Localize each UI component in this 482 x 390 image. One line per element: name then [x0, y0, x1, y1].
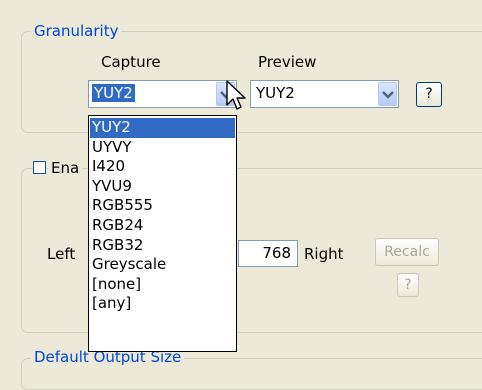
dropdown-option[interactable]: [none]	[89, 275, 236, 295]
preview-combobox-value: YUY2	[256, 84, 295, 102]
enable-checkbox[interactable]	[33, 161, 46, 174]
dropdown-option[interactable]: YUY2	[90, 118, 235, 138]
capture-label: Capture	[101, 53, 161, 71]
chevron-down-icon	[382, 91, 394, 99]
right-value-field[interactable]: 768	[238, 240, 298, 267]
dropdown-option[interactable]: RGB24	[89, 216, 236, 236]
capture-dropdown-list[interactable]: YUY2 UYVY I420 YVU9 RGB555 RGB24 RGB32 G…	[88, 115, 237, 352]
dropdown-option[interactable]: [any]	[89, 294, 236, 314]
mouse-pointer-icon	[226, 80, 246, 110]
right-label: Right	[304, 245, 344, 263]
preview-label: Preview	[258, 53, 317, 71]
granularity-help-button[interactable]: ?	[416, 82, 442, 107]
capture-combobox-value: YUY2	[92, 84, 135, 102]
dropdown-option[interactable]: YVU9	[89, 177, 236, 197]
preview-combobox[interactable]: YUY2	[250, 80, 399, 108]
left-label: Left	[47, 245, 76, 263]
recalc-button[interactable]: Recalc	[375, 238, 439, 266]
crop-help-button[interactable]: ?	[397, 273, 419, 297]
dropdown-option[interactable]: Greyscale	[89, 255, 236, 275]
enable-label[interactable]: Ena	[48, 159, 83, 177]
dropdown-option[interactable]: RGB32	[89, 236, 236, 256]
dropdown-option[interactable]: RGB555	[89, 196, 236, 216]
dropdown-option[interactable]: I420	[89, 157, 236, 177]
preview-dropdown-button[interactable]	[378, 82, 397, 106]
granularity-title: Granularity	[31, 22, 122, 40]
capture-combobox[interactable]: YUY2	[88, 80, 237, 108]
dropdown-option[interactable]: UYVY	[89, 138, 236, 158]
